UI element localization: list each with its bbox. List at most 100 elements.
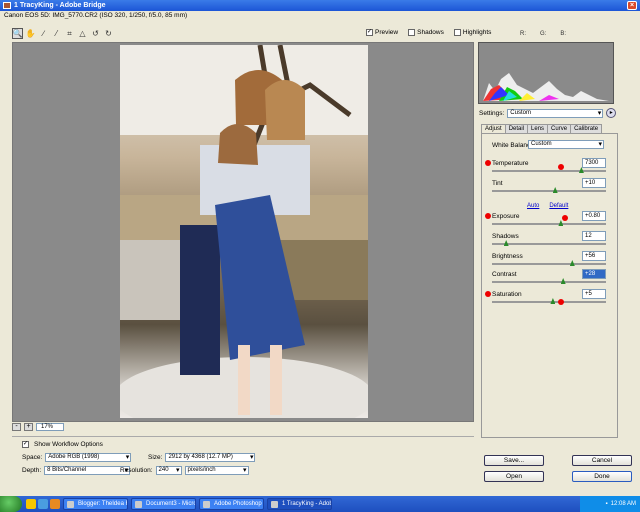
r-readout: R: — [520, 31, 526, 37]
preview-checkbox[interactable]: ✓ Preview — [366, 29, 398, 36]
settings-menu-button[interactable]: ▸ — [606, 108, 617, 118]
histogram-graph — [479, 43, 613, 103]
exposure-slider[interactable] — [492, 215, 606, 226]
size-label: Size: — [148, 454, 163, 461]
exposure-thumb[interactable] — [558, 220, 564, 226]
auto-link[interactable]: Auto — [527, 203, 539, 209]
rotate-left-icon[interactable]: ↺ — [90, 28, 101, 39]
zoom-bar: - + 17% — [12, 423, 64, 431]
photo-image — [120, 45, 368, 418]
brightness-slider[interactable] — [492, 260, 606, 266]
shadows-thumb[interactable] — [503, 240, 509, 246]
tab-detail[interactable]: Detail — [504, 124, 529, 133]
resolution-unit-select[interactable]: pixels/inch — [184, 466, 249, 475]
taskbar: Blogger: TheIdea R... Document3 - Micro.… — [0, 496, 640, 512]
show-workflow-row[interactable]: ✓ Show Workflow Options — [22, 441, 103, 448]
white-balance-select[interactable]: Custom — [528, 140, 604, 149]
temperature-slider[interactable] — [492, 164, 606, 173]
tab-adjust[interactable]: Adjust — [481, 124, 506, 133]
open-button[interactable]: Open — [484, 471, 544, 482]
zoom-out-button[interactable]: - — [12, 423, 21, 431]
title-bar[interactable]: 1 TracyKing - Adobe Bridge × — [0, 0, 640, 11]
clock: 12:08 AM — [610, 501, 636, 507]
show-workflow-label: Show Workflow Options — [34, 441, 103, 448]
system-tray: ▪ 12:08 AM — [580, 496, 640, 512]
tool-bar: 🔍 ✋ ∕ ⁄ ⌗ △ ↺ ↻ — [12, 28, 114, 40]
taskbar-item-word[interactable]: Document3 - Micro... — [131, 498, 196, 510]
depth-label: Depth: — [22, 467, 42, 474]
exposure-input[interactable]: +0.80 — [582, 211, 606, 221]
tint-slider[interactable] — [492, 187, 606, 193]
saturation-input[interactable]: +5 — [582, 289, 606, 299]
tab-curve[interactable]: Curve — [547, 124, 572, 133]
taskbar-item-photoshop[interactable]: Adobe Photoshop — [199, 498, 264, 510]
crop-icon[interactable]: ⌗ — [64, 28, 75, 39]
temperature-label: Temperature — [492, 160, 529, 167]
default-link[interactable]: Default — [549, 203, 568, 209]
contrast-input[interactable]: +28 — [582, 269, 606, 279]
adjust-panel: White Balance: Custom Temperature 7300 T… — [481, 133, 618, 438]
space-select[interactable]: Adobe RGB (1998) — [45, 453, 132, 462]
temperature-input[interactable]: 7300 — [582, 158, 606, 168]
rotate-right-icon[interactable]: ↻ — [103, 28, 114, 39]
saturation-label: Saturation — [492, 291, 522, 298]
taskbar-item-bridge[interactable]: 1 TracyKing - Adob... — [267, 498, 332, 510]
done-button[interactable]: Done — [572, 471, 632, 482]
settings-select[interactable]: Custom — [507, 108, 604, 118]
saturation-slider[interactable] — [492, 298, 606, 305]
color-sampler-icon[interactable]: ⁄ — [51, 28, 62, 39]
zoom-level-select[interactable]: 17% — [36, 423, 64, 431]
resolution-label: Resolution: — [120, 467, 153, 474]
tint-thumb[interactable] — [552, 187, 558, 193]
g-readout: G: — [540, 31, 547, 37]
straighten-icon[interactable]: △ — [77, 28, 88, 39]
tab-calibrate[interactable]: Calibrate — [570, 124, 603, 133]
zoom-in-button[interactable]: + — [24, 423, 33, 431]
exposure-label: Exposure — [492, 213, 520, 220]
shadows-label: Shadows — [492, 233, 519, 240]
eyedropper-icon[interactable]: ∕ — [38, 28, 49, 39]
workflow-options: ✓ Show Workflow Options Space: Adobe RGB… — [12, 436, 474, 482]
size-select[interactable]: 2912 by 4368 (12.7 MP) — [165, 453, 256, 462]
zoom-tool-icon[interactable]: 🔍 — [12, 28, 23, 39]
brightness-thumb[interactable] — [569, 260, 575, 266]
browser-icon[interactable] — [38, 499, 48, 509]
contrast-thumb[interactable] — [560, 278, 566, 284]
brightness-input[interactable]: +56 — [582, 251, 606, 261]
red-marker — [558, 299, 564, 305]
red-marker — [485, 160, 491, 166]
highlights-clip-checkbox[interactable]: Highlights — [453, 29, 491, 36]
contrast-label: Contrast — [492, 271, 517, 278]
quick-launch — [26, 499, 60, 509]
checkmark-icon: ✓ — [22, 441, 29, 448]
close-button[interactable]: × — [627, 1, 637, 10]
resolution-input[interactable]: 240 — [155, 466, 182, 475]
red-marker — [562, 215, 568, 221]
shadows-slider[interactable] — [492, 240, 606, 246]
save-button[interactable]: Save... — [484, 455, 544, 466]
taskbar-item-blogger[interactable]: Blogger: TheIdea R... — [63, 498, 128, 510]
red-marker — [485, 291, 491, 297]
brightness-label: Brightness — [492, 253, 523, 260]
depth-select[interactable]: 8 Bits/Channel — [44, 466, 131, 475]
tint-input[interactable]: +10 — [582, 178, 606, 188]
firefox-icon[interactable] — [50, 499, 60, 509]
tint-label: Tint — [492, 180, 503, 187]
saturation-thumb[interactable] — [550, 298, 556, 304]
contrast-slider[interactable] — [492, 278, 606, 284]
network-icon[interactable]: ▪ — [606, 501, 608, 507]
preview-canvas[interactable] — [12, 42, 474, 422]
histogram — [478, 42, 614, 104]
folder-icon[interactable] — [26, 499, 36, 509]
cancel-button[interactable]: Cancel — [572, 455, 632, 466]
b-readout: B: — [560, 31, 567, 37]
shadows-input[interactable]: 12 — [582, 231, 606, 241]
shadows-clip-checkbox[interactable]: Shadows — [408, 29, 444, 36]
hand-tool-icon[interactable]: ✋ — [25, 28, 36, 39]
settings-label: Settings: — [479, 109, 505, 117]
start-button[interactable] — [0, 496, 22, 512]
tab-lens[interactable]: Lens — [527, 124, 549, 133]
red-marker — [485, 213, 491, 219]
camera-info: Canon EOS 5D: IMG_5770.CR2 (ISO 320, 1/2… — [4, 12, 188, 19]
window-title: 1 TracyKing - Adobe Bridge — [14, 2, 106, 9]
